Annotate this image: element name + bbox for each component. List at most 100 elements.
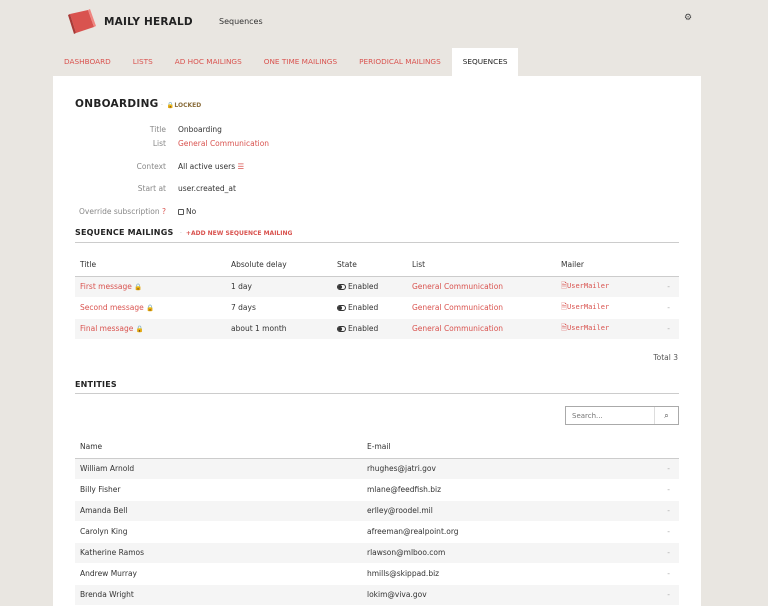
mailing-state: Enabled (332, 276, 407, 298)
mailing-delay: about 1 month (226, 318, 332, 340)
column-header: E-mail (362, 436, 649, 459)
mailing-delay: 1 day (226, 276, 332, 298)
mailer-link[interactable]: 🗎UserMailer (556, 297, 649, 319)
entity-name: William Arnold (75, 458, 362, 480)
mailing-list-link[interactable]: General Communication (407, 318, 556, 340)
locked-label: LOCKED (174, 102, 202, 109)
mailing-list-link[interactable]: General Communication (407, 276, 556, 298)
start-at-value: user.created_at (178, 184, 236, 193)
row-action[interactable]: - (649, 521, 679, 543)
row-action[interactable]: - (649, 297, 679, 319)
mailing-title[interactable]: Final message (80, 324, 133, 333)
sequence-mailings-table: Title Absolute delay State List Mailer F… (75, 254, 679, 340)
row-action[interactable]: - (649, 500, 679, 522)
entity-name: Katherine Ramos (75, 542, 362, 564)
mailing-delay: 7 days (226, 297, 332, 319)
table-row: William Arnold rhughes@jatri.gov - (75, 458, 679, 480)
main-nav: DASHBOARD LISTS AD HOC MAILINGS ONE TIME… (53, 48, 519, 76)
entity-name: Andrew Murray (75, 563, 362, 585)
tab-sequences[interactable]: SEQUENCES (451, 48, 519, 76)
table-row: Brenda Wright lokim@viva.gov - (75, 584, 679, 606)
column-header: Absolute delay (226, 254, 332, 277)
column-header: Mailer (556, 254, 649, 277)
row-action[interactable]: - (649, 276, 679, 298)
tab-dashboard[interactable]: DASHBOARD (53, 48, 122, 76)
content-panel: ONBOARDING · 🔒LOCKED Title Onboarding Lis… (53, 76, 701, 606)
override-value: No (178, 207, 196, 216)
mailing-state-text: Enabled (348, 282, 379, 291)
row-action[interactable]: - (649, 584, 679, 606)
entity-email: rhughes@jatri.gov (362, 458, 649, 480)
checkbox-icon (178, 209, 184, 215)
context-label: Context (136, 162, 166, 171)
column-header: Title (75, 254, 226, 277)
mailing-title-link[interactable]: First message 🔒 (75, 276, 226, 298)
mailing-title[interactable]: First message (80, 282, 132, 291)
toggle-icon[interactable] (337, 326, 346, 332)
brand-name[interactable]: MAILY HERALD (104, 16, 193, 28)
entity-email: rlawson@mlboo.com (362, 542, 649, 564)
entity-name: Carolyn King (75, 521, 362, 543)
entities-table: Name E-mail William Arnold rhughes@jatri.… (75, 436, 679, 606)
table-row: First message 🔒 1 day Enabled General Co… (75, 276, 679, 298)
entity-email: erlley@roodel.mil (362, 500, 649, 522)
row-action[interactable]: - (649, 479, 679, 501)
row-action[interactable]: - (649, 542, 679, 564)
mailer-name[interactable]: UserMailer (567, 303, 609, 311)
row-action[interactable]: - (649, 563, 679, 585)
mailing-state: Enabled (332, 318, 407, 340)
context-text: All active users (178, 162, 236, 171)
column-header: Name (75, 436, 362, 459)
list-icon[interactable]: ☰ (238, 162, 245, 171)
tab-one-time-mailings[interactable]: ONE TIME MAILINGS (253, 48, 348, 76)
table-row: Second message 🔒 7 days Enabled General … (75, 297, 679, 319)
search-icon[interactable]: ⌕ (654, 407, 678, 424)
entity-email: afreeman@realpoint.org (362, 521, 649, 543)
toggle-icon[interactable] (337, 305, 346, 311)
mailer-name[interactable]: UserMailer (567, 282, 609, 290)
table-row: Final message 🔒 about 1 month Enabled Ge… (75, 318, 679, 340)
table-row: Amanda Bell erlley@roodel.mil - (75, 500, 679, 522)
tab-periodical-mailings[interactable]: PERIODICAL MAILINGS (348, 48, 452, 76)
entity-name: Amanda Bell (75, 500, 362, 522)
add-sequence-mailing-link[interactable]: · +ADD NEW SEQUENCE MAILING (180, 230, 292, 237)
table-header-row: Title Absolute delay State List Mailer (75, 254, 679, 277)
search-box: ⌕ (565, 406, 679, 425)
mailing-state: Enabled (332, 297, 407, 319)
title-label: Title (149, 125, 166, 134)
sequence-mailings-heading: SEQUENCE MAILINGS (75, 228, 174, 237)
page-title: ONBOARDING (75, 98, 159, 110)
mailer-name[interactable]: UserMailer (567, 324, 609, 332)
mailing-title-link[interactable]: Second message 🔒 (75, 297, 226, 319)
mailer-link[interactable]: 🗎UserMailer (556, 276, 649, 298)
table-row: Katherine Ramos rlawson@mlboo.com - (75, 542, 679, 564)
logo-icon[interactable] (68, 9, 98, 35)
row-action[interactable]: - (649, 458, 679, 480)
tab-lists[interactable]: LISTS (122, 48, 164, 76)
entity-email: mlane@feedfish.biz (362, 479, 649, 501)
breadcrumb: Sequences (219, 17, 263, 26)
row-action[interactable]: - (649, 318, 679, 340)
section-divider (75, 242, 679, 243)
search-input[interactable] (566, 407, 652, 424)
help-icon[interactable]: ? (162, 207, 166, 216)
mailing-list-link[interactable]: General Communication (407, 297, 556, 319)
toggle-icon[interactable] (337, 284, 346, 290)
column-header (649, 254, 679, 277)
entities-heading: ENTITIES (75, 380, 117, 389)
tab-ad-hoc-mailings[interactable]: AD HOC MAILINGS (164, 48, 253, 76)
entity-name: Billy Fisher (75, 479, 362, 501)
list-link[interactable]: General Communication (178, 139, 269, 148)
add-sequence-mailing-label[interactable]: ADD NEW SEQUENCE MAILING (191, 230, 292, 237)
override-value-text: No (186, 207, 197, 216)
column-header (649, 436, 679, 459)
mailing-title[interactable]: Second message (80, 303, 144, 312)
total-count: Total 3 (653, 353, 678, 362)
mailing-title-link[interactable]: Final message 🔒 (75, 318, 226, 340)
entity-name: Brenda Wright (75, 584, 362, 606)
start-at-label: Start at (137, 184, 166, 193)
mailer-link[interactable]: 🗎UserMailer (556, 318, 649, 340)
table-row: Billy Fisher mlane@feedfish.biz - (75, 479, 679, 501)
gear-icon[interactable]: ⚙ (684, 13, 692, 23)
mailing-state-text: Enabled (348, 303, 379, 312)
